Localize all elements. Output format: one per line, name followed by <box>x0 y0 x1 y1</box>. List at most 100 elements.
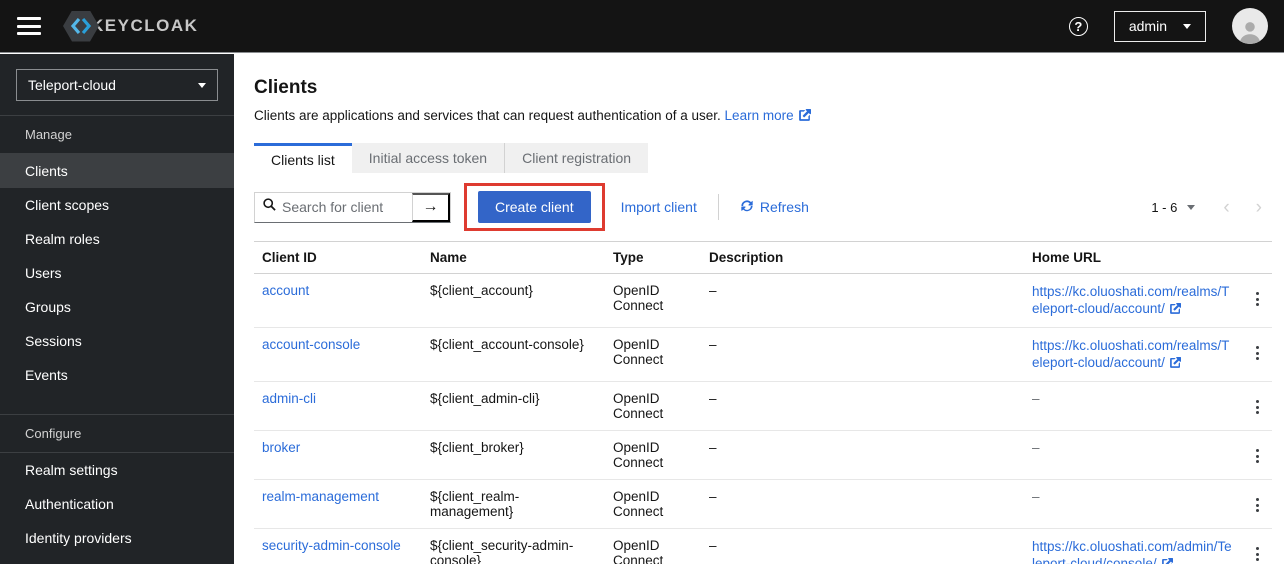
pagination-top: 1 - 6 ‹ › <box>1151 198 1262 217</box>
refresh-icon <box>740 199 754 216</box>
client-name: ${client_admin-cli} <box>422 381 605 431</box>
client-id-link[interactable]: admin-cli <box>262 391 316 406</box>
tab-client-registration[interactable]: Client registration <box>505 143 649 173</box>
user-menu-dropdown[interactable]: admin <box>1113 10 1206 42</box>
pagination-prev-button[interactable]: ‹ <box>1223 198 1229 217</box>
external-link-icon <box>1161 556 1173 564</box>
external-link-icon <box>1169 301 1181 318</box>
table-row: account ${client_account} OpenID Connect… <box>254 273 1272 328</box>
toolbar: → Create client Import client Refresh 1 … <box>254 183 1262 231</box>
realm-selector-label: Teleport-cloud <box>28 77 116 93</box>
sidebar-item-realm-settings[interactable]: Realm settings <box>0 453 234 487</box>
avatar[interactable] <box>1232 8 1268 44</box>
sidebar-item-client-scopes[interactable]: Client scopes <box>0 188 234 222</box>
client-id-link[interactable]: broker <box>262 440 300 455</box>
hamburger-menu-icon[interactable] <box>17 17 41 35</box>
realm-selector[interactable]: Teleport-cloud <box>16 69 218 101</box>
table-row: realm-management ${client_realm-manageme… <box>254 479 1272 529</box>
kebab-menu-icon[interactable] <box>1250 496 1265 514</box>
col-header-home-url: Home URL <box>1024 241 1242 274</box>
client-name: ${client_account-console} <box>422 327 605 382</box>
sidebar-item-groups[interactable]: Groups <box>0 290 234 324</box>
page-title: Clients <box>254 77 318 98</box>
toolbar-divider <box>717 194 719 220</box>
client-type: OpenID Connect <box>605 273 701 328</box>
tab-bar: Clients list Initial access token Client… <box>254 143 1262 173</box>
sidebar-item-sessions[interactable]: Sessions <box>0 324 234 358</box>
client-name: ${client_security-admin-console} <box>422 528 605 564</box>
kebab-menu-icon[interactable] <box>1250 545 1265 563</box>
external-link-icon <box>1169 355 1181 372</box>
table-header-row: Client ID Name Type Description Home URL <box>254 241 1272 274</box>
client-type: OpenID Connect <box>605 381 701 431</box>
kebab-menu-icon[interactable] <box>1250 344 1265 362</box>
client-type: OpenID Connect <box>605 327 701 382</box>
clients-table: Client ID Name Type Description Home URL… <box>254 241 1272 564</box>
pagination-next-button[interactable]: › <box>1256 198 1262 217</box>
client-description: – <box>701 430 1024 480</box>
client-name: ${client_broker} <box>422 430 605 480</box>
sidebar-item-events[interactable]: Events <box>0 358 234 392</box>
col-header-description: Description <box>701 241 1024 274</box>
keycloak-logo[interactable]: KEYCLOAK <box>63 10 199 42</box>
help-icon[interactable]: ? <box>1068 16 1088 36</box>
client-id-link[interactable]: realm-management <box>262 489 379 504</box>
table-row: broker ${client_broker} OpenID Connect –… <box>254 430 1272 480</box>
client-name: ${client_realm-management} <box>422 479 605 529</box>
kebab-menu-icon[interactable] <box>1250 398 1265 416</box>
create-client-button[interactable]: Create client <box>478 191 591 223</box>
client-description: – <box>701 327 1024 382</box>
sidebar-item-users[interactable]: Users <box>0 256 234 290</box>
sidebar-item-identity-providers[interactable]: Identity providers <box>0 521 234 555</box>
table-row: account-console ${client_account-console… <box>254 327 1272 382</box>
home-url-link[interactable]: https://kc.oluoshati.com/realms/Teleport… <box>1032 284 1229 316</box>
client-description: – <box>701 381 1024 431</box>
tab-clients-list[interactable]: Clients list <box>254 143 352 173</box>
sidebar-item-realm-roles[interactable]: Realm roles <box>0 222 234 256</box>
external-link-icon <box>798 109 811 124</box>
sidebar-item-clients[interactable]: Clients <box>0 154 234 188</box>
home-url-link[interactable]: https://kc.oluoshati.com/admin/Teleport-… <box>1032 539 1232 564</box>
client-description: – <box>701 479 1024 529</box>
client-type: OpenID Connect <box>605 479 701 529</box>
col-header-name: Name <box>422 241 605 274</box>
col-header-actions <box>1242 241 1272 274</box>
pagination-range: 1 - 6 <box>1151 199 1178 215</box>
main-content: Clients Clients are applications and ser… <box>234 54 1284 564</box>
client-name: ${client_account} <box>422 273 605 328</box>
pagination-caret-icon[interactable] <box>1187 204 1196 210</box>
tab-initial-access-token[interactable]: Initial access token <box>351 143 506 173</box>
client-description: – <box>701 528 1024 564</box>
user-menu-label: admin <box>1128 18 1167 34</box>
table-row: admin-cli ${client_admin-cli} OpenID Con… <box>254 381 1272 431</box>
sidebar-item-authentication[interactable]: Authentication <box>0 487 234 521</box>
search-group: → <box>254 191 451 223</box>
brand-text: KEYCLOAK <box>91 16 199 35</box>
col-header-type: Type <box>605 241 701 274</box>
top-bar: KEYCLOAK ? admin <box>0 0 1284 53</box>
home-url-empty: – <box>1032 440 1040 455</box>
chevron-down-icon <box>198 82 206 88</box>
kebab-menu-icon[interactable] <box>1250 447 1265 465</box>
chevron-down-icon <box>1183 23 1191 29</box>
nav-section-configure: Configure <box>0 414 234 453</box>
nav-section-manage: Manage <box>0 115 234 154</box>
client-type: OpenID Connect <box>605 528 701 564</box>
home-url-empty: – <box>1032 489 1040 504</box>
client-id-link[interactable]: account <box>262 283 309 298</box>
client-id-link[interactable]: security-admin-console <box>262 538 401 553</box>
kebab-menu-icon[interactable] <box>1250 290 1265 308</box>
table-row: security-admin-console ${client_security… <box>254 528 1272 564</box>
sidebar: Teleport-cloud Manage Clients Client sco… <box>0 54 234 564</box>
search-submit-button[interactable]: → <box>412 192 450 222</box>
client-description: – <box>701 273 1024 328</box>
search-input[interactable] <box>276 199 412 215</box>
col-header-client-id: Client ID <box>254 241 422 274</box>
learn-more-link[interactable]: Learn more <box>725 108 811 123</box>
import-client-link[interactable]: Import client <box>621 199 697 215</box>
client-id-link[interactable]: account-console <box>262 337 360 352</box>
refresh-link[interactable]: Refresh <box>740 199 809 216</box>
home-url-link[interactable]: https://kc.oluoshati.com/realms/Teleport… <box>1032 338 1229 370</box>
client-type: OpenID Connect <box>605 430 701 480</box>
home-url-empty: – <box>1032 391 1040 406</box>
